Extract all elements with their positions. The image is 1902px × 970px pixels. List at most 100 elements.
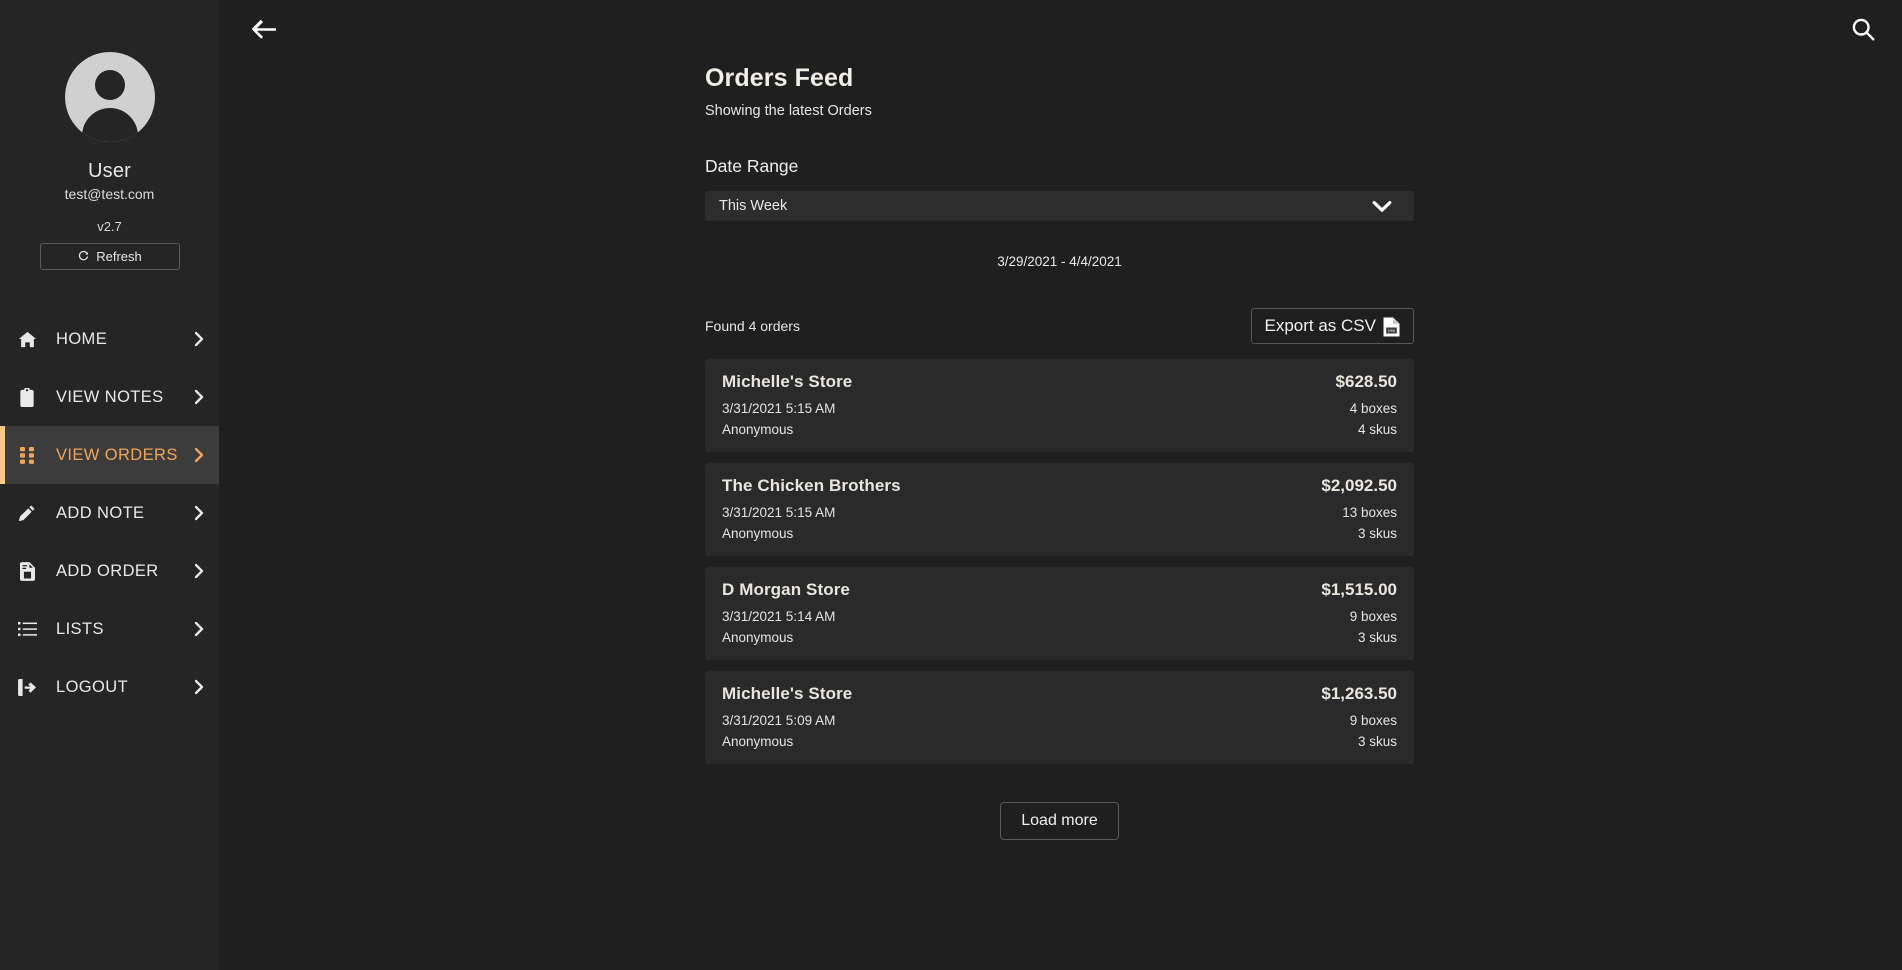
load-more-button[interactable]: Load more <box>1000 802 1119 840</box>
avatar <box>64 52 155 142</box>
avatar-head-shape <box>94 70 125 100</box>
order-card[interactable]: Michelle's Store $628.50 3/31/2021 5:15 … <box>705 359 1414 452</box>
order-boxes: 4 boxes <box>1349 401 1397 416</box>
order-total: $1,263.50 <box>1321 684 1397 703</box>
export-csv-button[interactable]: Export as CSV csv <box>1250 308 1414 344</box>
page-title: Orders Feed <box>705 64 854 92</box>
back-button[interactable] <box>247 14 281 44</box>
order-card-meta-2: Anonymous 3 skus <box>722 630 1397 645</box>
search-button[interactable] <box>1847 13 1880 46</box>
signout-icon <box>16 678 38 696</box>
order-card-meta-2: Anonymous 4 skus <box>722 422 1397 437</box>
refresh-icon <box>77 250 90 263</box>
order-skus: 4 skus <box>1357 422 1397 437</box>
sidebar-item-add-order[interactable]: $ ADD ORDER <box>0 542 219 600</box>
chevron-right-icon <box>194 679 205 695</box>
home-icon <box>16 330 38 349</box>
export-csv-label: Export as CSV <box>1264 316 1377 335</box>
app-root: User test@test.com v2.7 Refresh HOME VIE… <box>0 0 1902 970</box>
order-skus: 3 skus <box>1357 526 1397 541</box>
avatar-body-shape <box>81 108 138 142</box>
order-boxes: 9 boxes <box>1349 713 1397 728</box>
refresh-label: Refresh <box>96 249 142 264</box>
sidebar-nav: HOME VIEW NOTES VIEW ORDERS ADD NOTE $ A… <box>0 310 219 716</box>
order-card-header: Michelle's Store $628.50 <box>722 372 1397 392</box>
sidebar-item-logout[interactable]: LOGOUT <box>0 658 219 716</box>
order-store-name: Michelle's Store <box>722 372 853 391</box>
sidebar-item-label: ADD NOTE <box>56 503 145 522</box>
sidebar-item-view-notes[interactable]: VIEW NOTES <box>0 368 219 426</box>
order-timestamp: 3/31/2021 5:15 AM <box>722 505 836 520</box>
chevron-right-icon <box>194 563 205 579</box>
order-skus: 3 skus <box>1357 630 1397 645</box>
svg-text:csv: csv <box>1388 328 1396 333</box>
results-row: Found 4 orders Export as CSV csv <box>705 308 1414 344</box>
order-customer: Anonymous <box>722 526 794 541</box>
clipboard-icon <box>16 387 38 407</box>
order-card-meta-1: 3/31/2021 5:09 AM 9 boxes <box>722 713 1397 728</box>
order-card-header: Michelle's Store $1,263.50 <box>722 684 1397 704</box>
order-total: $1,515.00 <box>1321 580 1397 599</box>
chevron-right-icon <box>194 389 205 405</box>
order-timestamp: 3/31/2021 5:14 AM <box>722 609 836 624</box>
sidebar-item-label: HOME <box>56 329 108 348</box>
chevron-right-icon <box>194 505 205 521</box>
invoice-icon: $ <box>16 561 38 581</box>
order-card[interactable]: Michelle's Store $1,263.50 3/31/2021 5:0… <box>705 671 1414 764</box>
main-content: Orders Feed Showing the latest Orders Da… <box>219 0 1902 970</box>
sidebar-item-lists[interactable]: LISTS <box>0 600 219 658</box>
order-store-name: D Morgan Store <box>722 580 850 599</box>
order-card-meta-1: 3/31/2021 5:14 AM 9 boxes <box>722 609 1397 624</box>
chevron-down-icon <box>1372 200 1392 213</box>
order-card-header: The Chicken Brothers $2,092.50 <box>722 476 1397 496</box>
order-customer: Anonymous <box>722 630 794 645</box>
page-subtitle: Showing the latest Orders <box>705 103 872 119</box>
order-customer: Anonymous <box>722 734 794 749</box>
sidebar-item-label: VIEW ORDERS <box>56 445 178 464</box>
user-email: test@test.com <box>64 186 155 202</box>
csv-file-icon: csv <box>1383 317 1400 336</box>
sidebar-item-view-orders[interactable]: VIEW ORDERS <box>0 426 219 484</box>
order-card[interactable]: The Chicken Brothers $2,092.50 3/31/2021… <box>705 463 1414 556</box>
date-range-text: 3/29/2021 - 4/4/2021 <box>997 254 1122 269</box>
order-timestamp: 3/31/2021 5:09 AM <box>722 713 836 728</box>
order-store-name: The Chicken Brothers <box>722 476 901 495</box>
order-store-name: Michelle's Store <box>722 684 853 703</box>
order-card[interactable]: D Morgan Store $1,515.00 3/31/2021 5:14 … <box>705 567 1414 660</box>
sidebar: User test@test.com v2.7 Refresh HOME VIE… <box>0 0 219 970</box>
date-range-label: Date Range <box>705 156 799 176</box>
order-skus: 3 skus <box>1357 734 1397 749</box>
sidebar-item-home[interactable]: HOME <box>0 310 219 368</box>
order-total: $2,092.50 <box>1321 476 1397 495</box>
user-name: User <box>87 160 132 182</box>
pencil-icon <box>16 504 38 522</box>
order-boxes: 13 boxes <box>1342 505 1397 520</box>
orders-list: Michelle's Store $628.50 3/31/2021 5:15 … <box>705 359 1414 764</box>
order-total: $628.50 <box>1335 372 1397 391</box>
top-bar <box>219 0 1902 58</box>
sidebar-item-label: LISTS <box>56 619 104 638</box>
list-icon <box>16 621 38 637</box>
arrow-left-icon <box>251 18 277 40</box>
load-more-container: Load more <box>705 802 1414 840</box>
found-orders-count: Found 4 orders <box>705 318 800 334</box>
search-icon <box>1851 17 1876 42</box>
chevron-right-icon <box>194 447 205 463</box>
order-customer: Anonymous <box>722 422 794 437</box>
order-card-meta-2: Anonymous 3 skus <box>722 526 1397 541</box>
sidebar-item-label: ADD ORDER <box>56 561 159 580</box>
refresh-button[interactable]: Refresh <box>39 243 180 270</box>
grid-icon <box>16 446 38 464</box>
avatar-container <box>0 52 219 142</box>
sidebar-item-add-note[interactable]: ADD NOTE <box>0 484 219 542</box>
date-range-select[interactable]: This Week <box>705 191 1414 221</box>
app-version: v2.7 <box>97 219 122 234</box>
sidebar-item-label: LOGOUT <box>56 677 129 696</box>
orders-feed-panel: Orders Feed Showing the latest Orders Da… <box>705 58 1414 840</box>
order-card-meta-1: 3/31/2021 5:15 AM 4 boxes <box>722 401 1397 416</box>
order-timestamp: 3/31/2021 5:15 AM <box>722 401 836 416</box>
order-card-header: D Morgan Store $1,515.00 <box>722 580 1397 600</box>
sidebar-item-label: VIEW NOTES <box>56 387 164 406</box>
order-boxes: 9 boxes <box>1349 609 1397 624</box>
chevron-right-icon <box>194 621 205 637</box>
